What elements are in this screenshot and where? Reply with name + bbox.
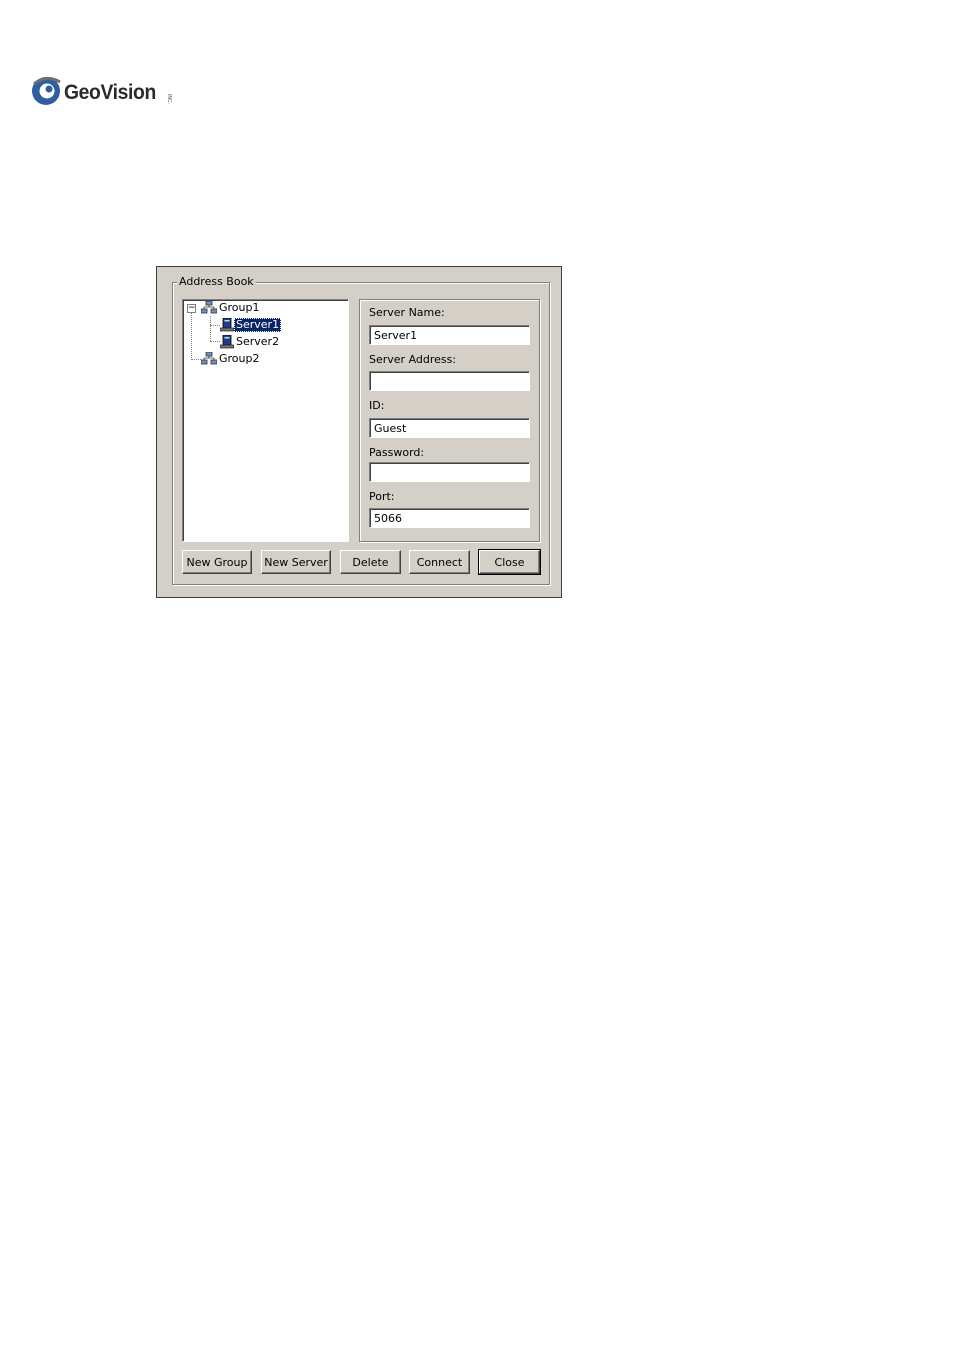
password-input[interactable] — [369, 462, 530, 482]
server-icon — [220, 318, 234, 332]
groupbox-title: Address Book — [177, 275, 256, 288]
network-group-icon — [201, 301, 217, 314]
close-button[interactable]: Close — [478, 549, 541, 575]
geovision-logo-icon — [32, 77, 61, 105]
delete-button[interactable]: Delete — [340, 550, 401, 574]
server-name-input[interactable] — [369, 325, 530, 345]
tree-item-label: Group1 — [219, 301, 260, 314]
new-server-button[interactable]: New Server — [261, 550, 331, 574]
server-name-label: Server Name: — [369, 306, 445, 319]
new-group-button[interactable]: New Group — [182, 550, 252, 574]
id-input[interactable] — [369, 418, 530, 438]
collapse-icon[interactable]: − — [187, 304, 196, 313]
network-group-icon — [201, 352, 217, 365]
address-book-dialog: Address Book − Group1 Server1 Server2 Gr… — [156, 266, 562, 598]
port-label: Port: — [369, 490, 395, 503]
tree-item-server2[interactable]: Server2 — [220, 334, 281, 350]
logo-brand-text: GeoVision — [64, 81, 156, 104]
geovision-logo: GeoVision INC. — [30, 74, 180, 108]
server-address-input[interactable] — [369, 371, 530, 391]
server-tree[interactable]: − Group1 Server1 Server2 Group2 — [182, 299, 349, 542]
password-label: Password: — [369, 446, 425, 459]
logo-tm: INC. — [166, 94, 172, 104]
tree-item-group2[interactable]: Group2 — [201, 351, 262, 367]
connect-button[interactable]: Connect — [409, 550, 470, 574]
port-input[interactable] — [369, 508, 530, 528]
tree-item-label: Server1 — [234, 318, 282, 332]
tree-item-group1[interactable]: Group1 — [201, 300, 262, 316]
server-details-panel: Server Name: Server Address: ID: Passwor… — [359, 299, 540, 542]
server-icon — [220, 335, 234, 349]
tree-item-label: Group2 — [219, 352, 260, 365]
tree-item-label: Server2 — [236, 335, 280, 348]
tree-item-server1[interactable]: Server1 — [220, 317, 282, 333]
id-label: ID: — [369, 399, 385, 412]
server-address-label: Server Address: — [369, 353, 457, 366]
